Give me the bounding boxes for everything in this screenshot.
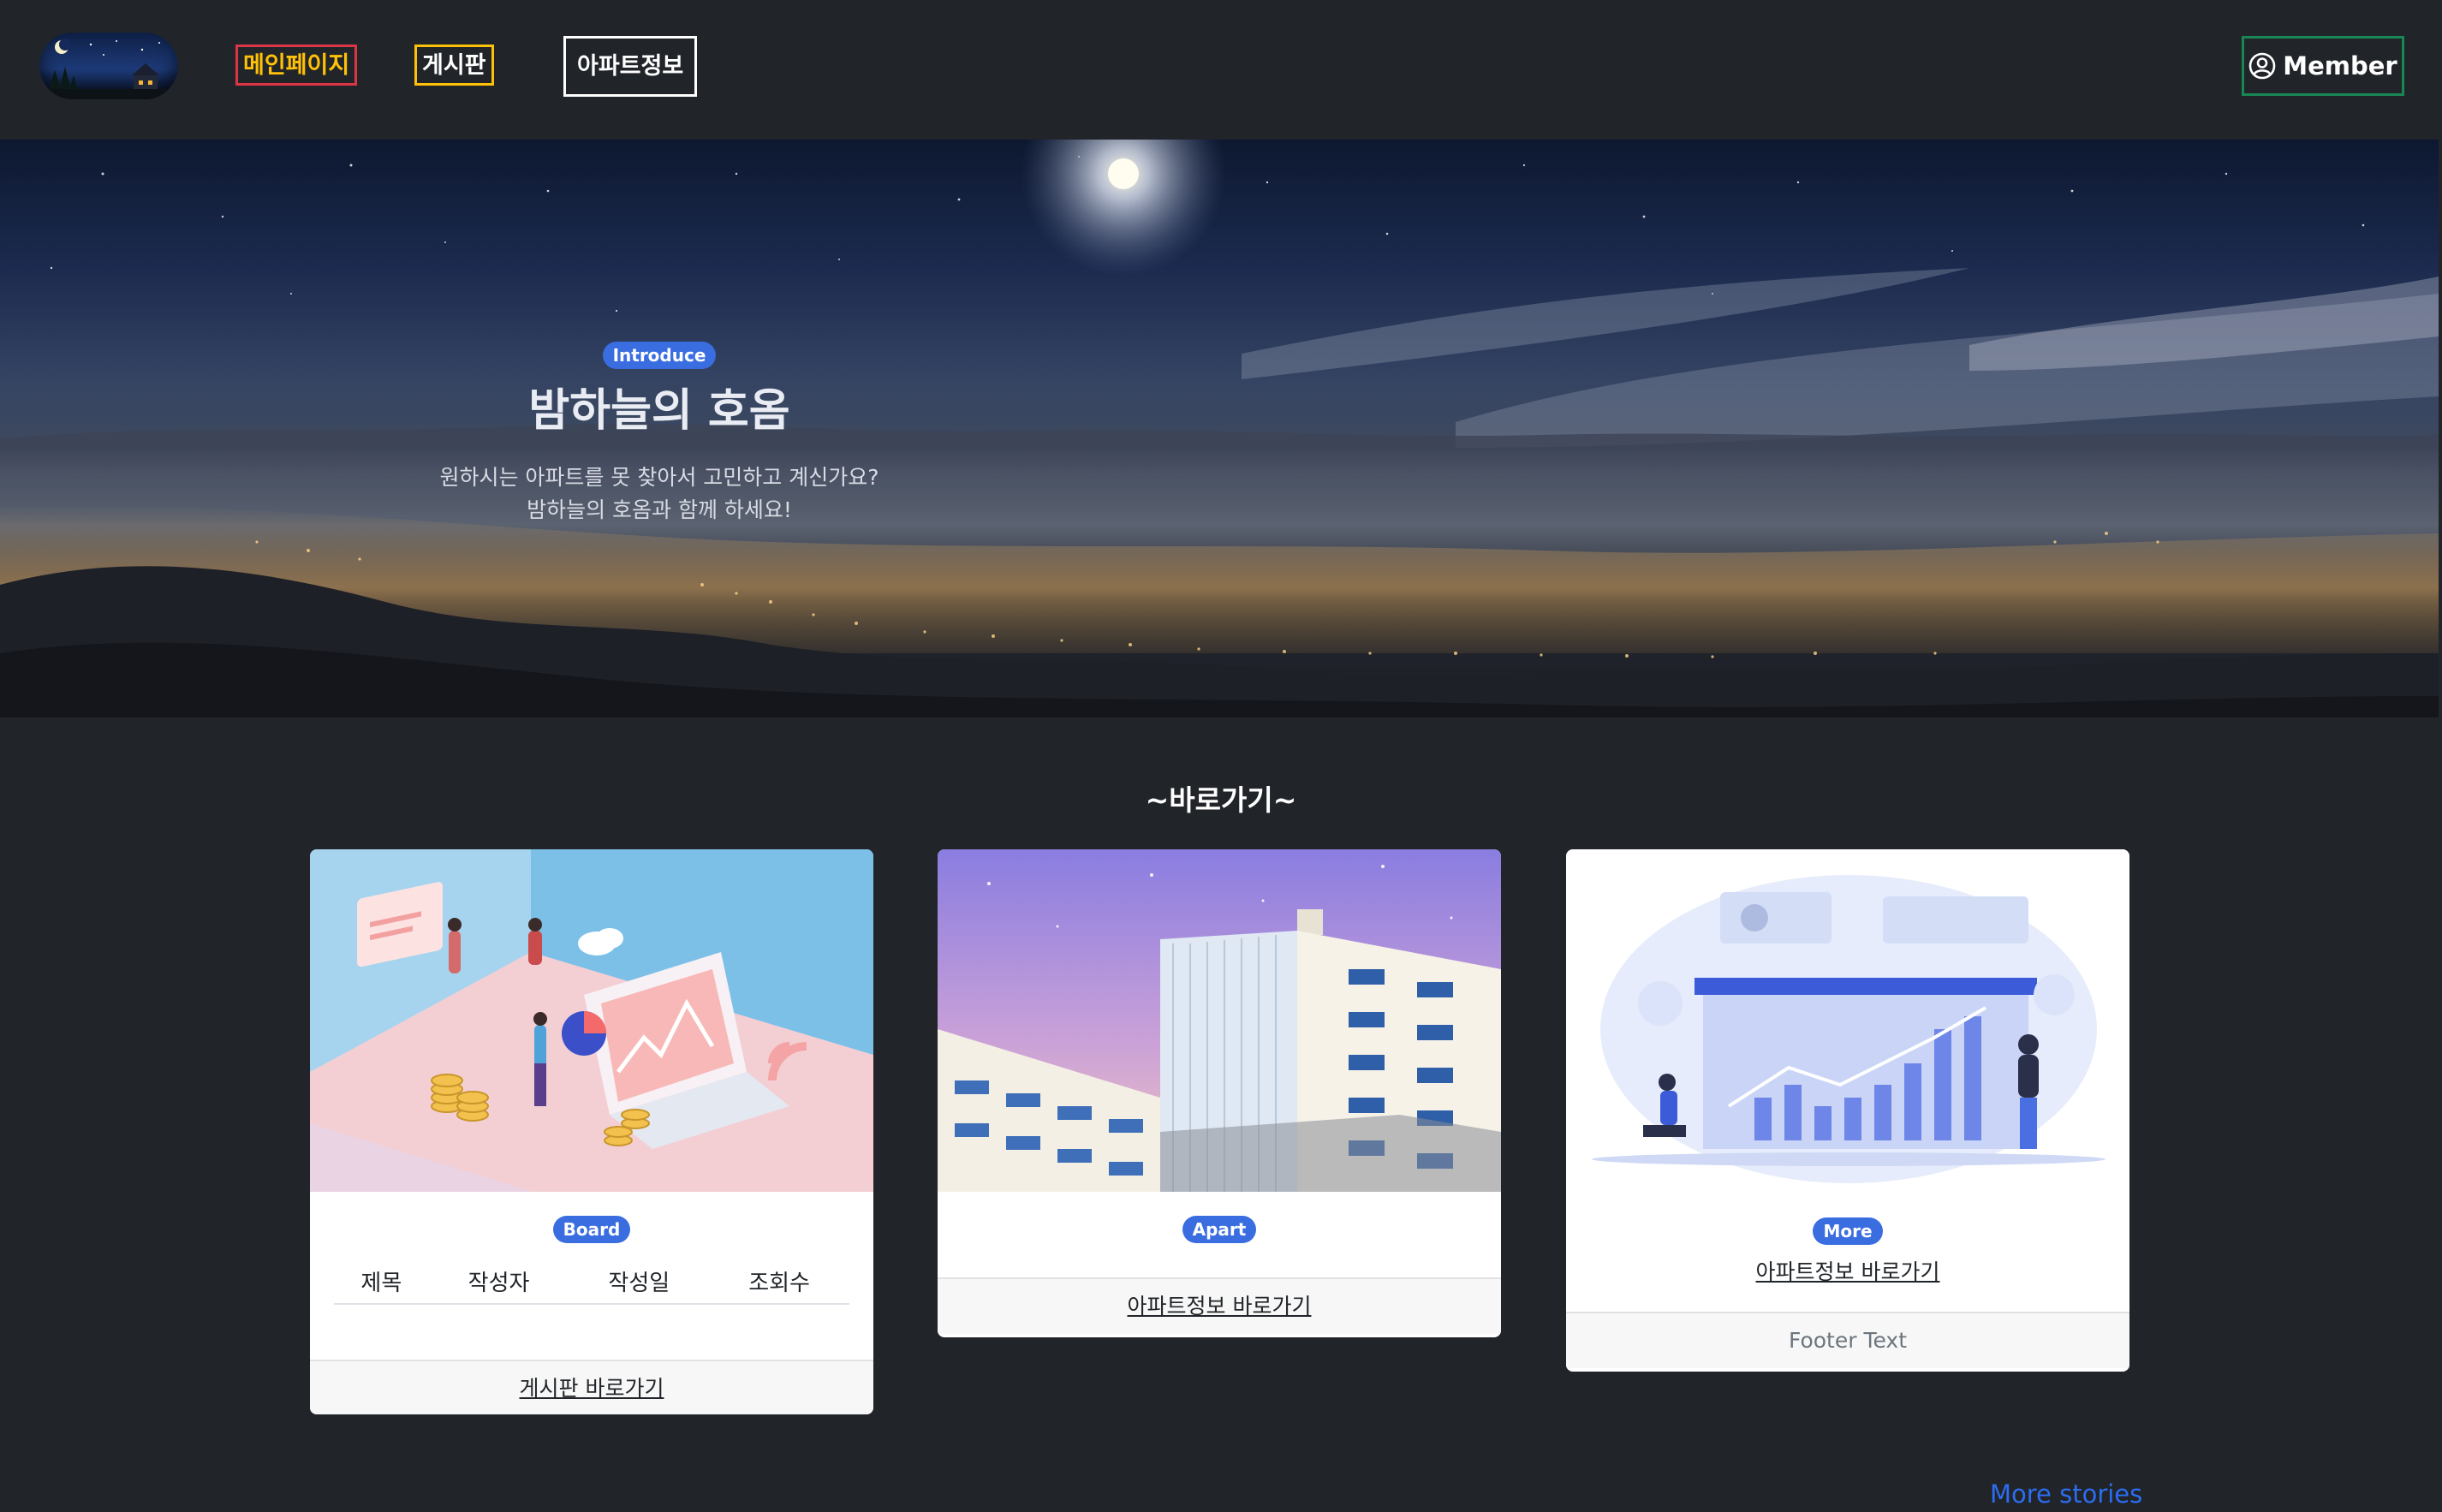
column-author: 작성자 [428,1259,569,1305]
hero-text: Introduce 밤하늘의 호옴 원하시는 아파트를 못 찾아서 고민하고 계… [274,342,1045,527]
more-card-footer: Footer Text [1566,1312,2129,1368]
hero-subtitle: 원하시는 아파트를 못 찾아서 고민하고 계신가요? 밤하늘의 호옴과 함께 하… [274,461,1045,527]
more-badge: More [1813,1217,1883,1245]
apart-badge: Apart [1182,1216,1257,1243]
nav-apartment-info[interactable]: 아파트정보 [563,36,698,97]
column-title: 제목 [334,1259,429,1305]
board-badge: Board [552,1216,631,1243]
more-card-body: More 아파트정보 바로가기 [1566,1192,2129,1312]
nav-main-page[interactable]: 메인페이지 [235,45,358,86]
top-navbar: 메인페이지 게시판 아파트정보 Member [0,0,2442,140]
column-date: 작성일 [569,1259,710,1305]
more-apart-link[interactable]: 아파트정보 바로가기 [1756,1259,1940,1284]
nav-board[interactable]: 게시판 [414,45,494,86]
hero-badge: Introduce [602,342,717,369]
board-card-footer: 게시판 바로가기 [310,1360,873,1414]
board-card-image [310,849,873,1192]
member-button[interactable]: Member [2242,36,2404,96]
hero-subtitle-line1: 원하시는 아파트를 못 찾아서 고민하고 계신가요? [439,465,879,490]
apart-shortcut-link[interactable]: 아파트정보 바로가기 [1128,1294,1312,1319]
apart-card-image [938,849,1501,1192]
growth-chart-illustration [1566,849,2129,1192]
apart-card: Apart 아파트정보 바로가기 [938,849,1501,1337]
person-circle-icon [2248,52,2276,80]
isometric-office-illustration [310,849,873,1192]
hero-subtitle-line2: 밤하늘의 호옴과 함께 하세요! [527,497,792,522]
member-label: Member [2283,51,2397,80]
more-link-wrap: 아파트정보 바로가기 [1566,1255,2129,1286]
night-house-logo-icon [39,39,178,99]
logo[interactable] [39,33,178,99]
apartment-building-illustration [938,849,1501,1192]
board-table: 제목 작성자 작성일 조회수 [334,1259,849,1305]
hero-title: 밤하늘의 호옴 [528,385,790,437]
more-stories-link[interactable]: More stories [1990,1479,2142,1509]
more-card-image [1566,849,2129,1192]
hero-banner: Introduce 밤하늘의 호옴 원하시는 아파트를 못 찾아서 고민하고 계… [0,140,2439,717]
shortcuts-title: ~바로가기~ [1145,783,1297,817]
more-card: More 아파트정보 바로가기 Footer Text [1566,849,2129,1372]
apart-card-footer: 아파트정보 바로가기 [938,1277,1501,1334]
board-table-header: 제목 작성자 작성일 조회수 [334,1259,849,1305]
apart-card-body: Apart [938,1192,1501,1277]
board-card: Board 제목 작성자 작성일 조회수 게시판 바로가기 [310,849,873,1414]
board-card-body: Board 제목 작성자 작성일 조회수 [310,1192,873,1360]
board-shortcut-link[interactable]: 게시판 바로가기 [520,1376,664,1401]
column-views: 조회수 [709,1259,849,1305]
